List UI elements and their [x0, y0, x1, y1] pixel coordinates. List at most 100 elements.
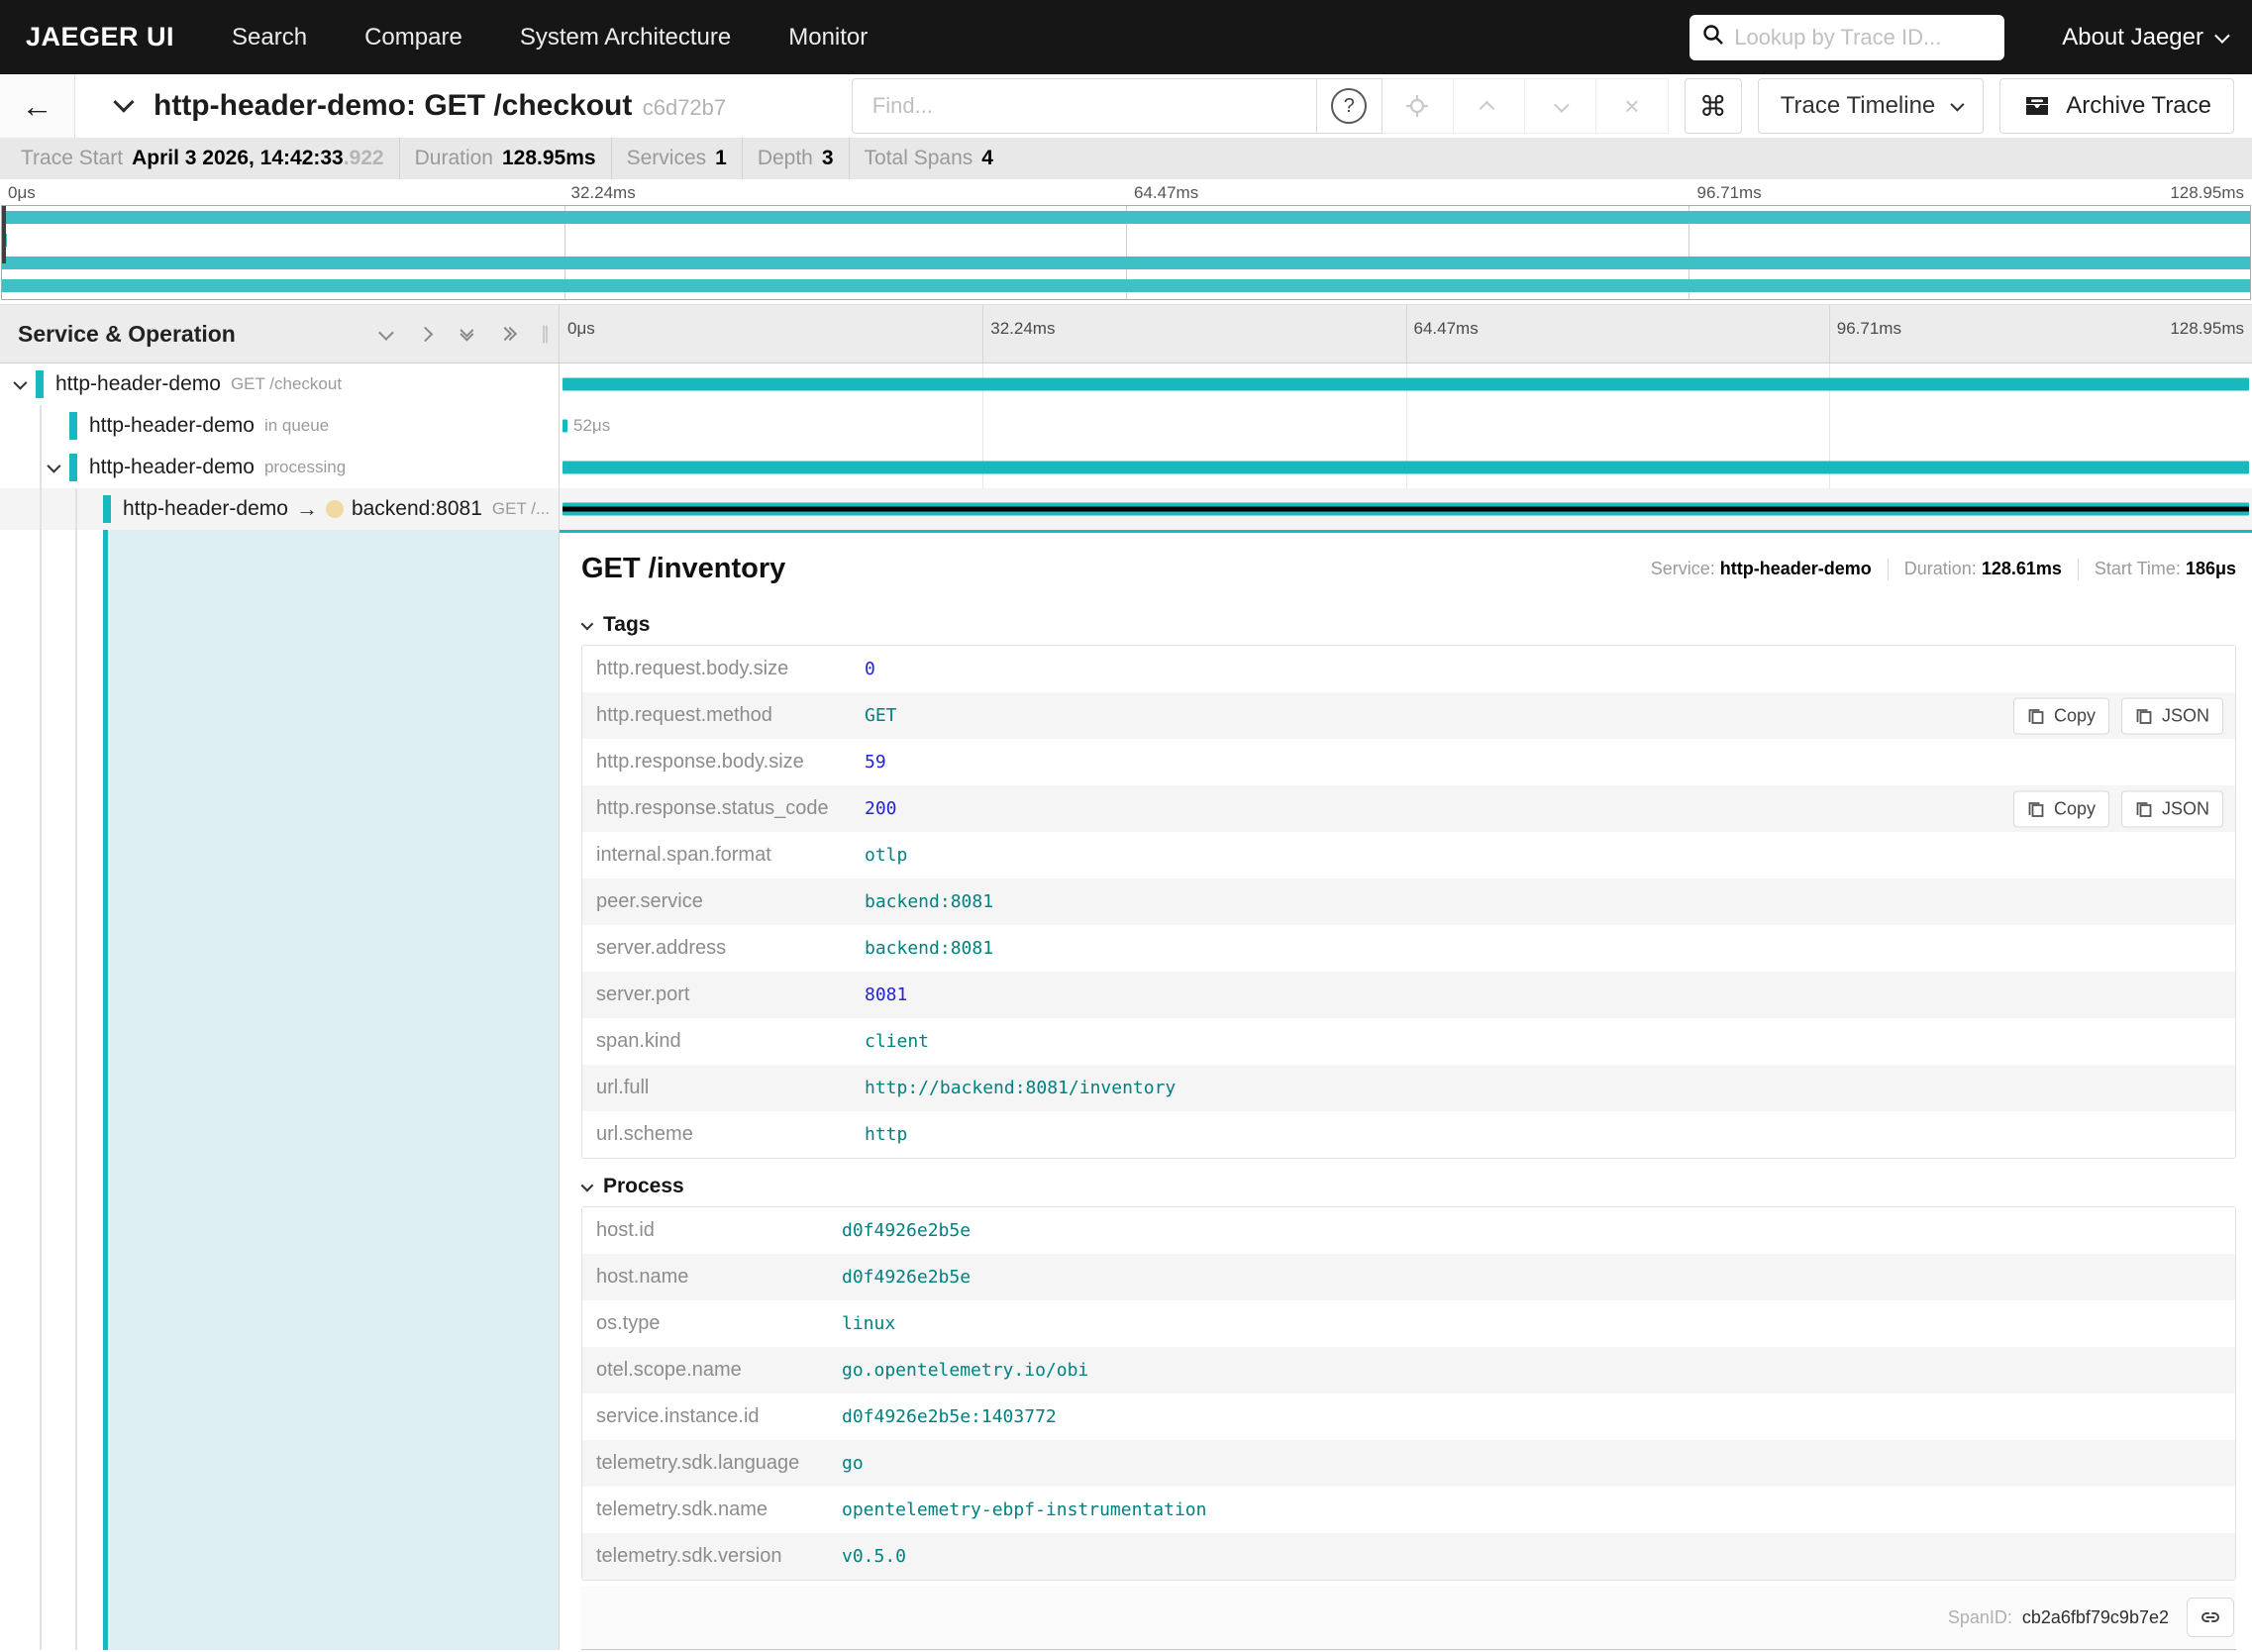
link-icon: [2201, 1612, 2219, 1622]
app-brand[interactable]: JAEGER UI: [26, 22, 174, 52]
nav-item-monitor[interactable]: Monitor: [788, 24, 868, 52]
nav-item-compare[interactable]: Compare: [364, 24, 462, 52]
trace-id-search-box[interactable]: [1689, 14, 2005, 60]
tag-row: http.response.body.size 59: [582, 739, 2235, 785]
copy-json-button[interactable]: JSON: [2120, 697, 2223, 734]
process-value: go: [842, 1453, 864, 1474]
indent-guide: [40, 405, 42, 447]
tags-section-toggle[interactable]: Tags: [580, 613, 2236, 637]
span-expander-icon[interactable]: [13, 375, 28, 390]
copy-icon: [2136, 709, 2152, 724]
tag-value: client: [865, 1031, 930, 1052]
deep-link-button[interactable]: [2187, 1598, 2234, 1637]
span-row-get-checkout[interactable]: http-header-demo GET /checkout: [0, 363, 2252, 405]
span-timeline-cell[interactable]: [560, 447, 2252, 488]
process-section-toggle[interactable]: Process: [580, 1175, 2236, 1198]
chevron-up-icon: [1479, 100, 1494, 116]
nav-item-search[interactable]: Search: [232, 24, 307, 52]
back-button[interactable]: ←: [0, 74, 75, 138]
span-row-in-queue[interactable]: http-header-demo in queue 52μs: [0, 405, 2252, 447]
span-detail-zone: GET /inventory Service: http-header-demo…: [0, 530, 2252, 1650]
minimap-span-bar: [2, 279, 2250, 292]
span-peer-service: backend:8081: [351, 497, 482, 520]
process-row: service.instance.id d0f4926e2b5e:1403772: [582, 1394, 2235, 1440]
tag-value: backend:8081: [865, 938, 994, 959]
span-bar[interactable]: [563, 461, 2249, 474]
span-bar[interactable]: [563, 419, 567, 433]
tags-table: http.request.body.size 0 http.request.me…: [581, 645, 2236, 1159]
summary-depth: Depth 3: [741, 138, 849, 179]
collapse-one-icon[interactable]: [378, 324, 394, 341]
minimap-span-row: [2, 252, 2250, 274]
archive-trace-button[interactable]: Archive Trace: [1999, 78, 2234, 134]
tag-key: url.scheme: [596, 1123, 693, 1145]
clear-find-button[interactable]: ×: [1596, 79, 1668, 133]
tree-controls: [378, 323, 518, 342]
process-value: v0.5.0: [842, 1546, 907, 1567]
span-bar[interactable]: [563, 377, 2249, 391]
span-id-footer: SpanID: cb2a6fbf79c9b7e2: [581, 1586, 2236, 1650]
span-detail-header: GET /inventory Service: http-header-demo…: [581, 553, 2236, 585]
process-table: host.id d0f4926e2b5e host.name d0f4926e2…: [581, 1206, 2236, 1581]
process-value: d0f4926e2b5e: [842, 1220, 972, 1241]
trace-id-search-input[interactable]: [1734, 24, 1993, 51]
find-input[interactable]: [851, 78, 1317, 134]
span-operation-name: processing: [263, 458, 347, 476]
tag-value: http://backend:8081/inventory: [865, 1078, 1177, 1098]
tag-key: http.request.body.size: [596, 658, 789, 679]
trace-view-selected-value: Trace Timeline: [1780, 92, 1936, 119]
trace-minimap[interactable]: [1, 205, 2251, 300]
collapse-all-icon[interactable]: [460, 323, 474, 342]
expand-all-icon[interactable]: [497, 326, 518, 342]
about-jaeger-menu[interactable]: About Jaeger: [2062, 23, 2230, 52]
tick-label: 0μs: [567, 319, 595, 338]
tag-value: backend:8081: [865, 891, 994, 912]
tag-row: server.address backend:8081: [582, 925, 2235, 972]
process-value: opentelemetry-ebpf-instrumentation: [842, 1499, 1207, 1520]
indent-guide: [75, 530, 77, 1650]
tag-key: internal.span.format: [596, 844, 771, 866]
copy-json-button[interactable]: JSON: [2120, 790, 2223, 827]
span-timeline-cell[interactable]: [560, 363, 2252, 405]
timeline-section: Service & Operation ∥ 0μs 32.24ms 64.47m…: [0, 304, 2252, 1650]
span-timeline-cell[interactable]: 52μs: [560, 405, 2252, 447]
tick-label: 64.47ms: [1134, 183, 1199, 202]
tag-row: http.request.body.size 0: [582, 646, 2235, 692]
focus-match-button[interactable]: [1382, 79, 1454, 133]
span-service-name: http-header-demo: [123, 497, 288, 520]
process-row: host.name d0f4926e2b5e: [582, 1254, 2235, 1300]
expand-one-icon[interactable]: [417, 326, 434, 342]
close-icon: ×: [1624, 90, 1640, 121]
copy-icon: [2136, 802, 2152, 817]
copy-value-button[interactable]: Copy: [2012, 790, 2109, 827]
meta-duration: Duration: 128.61ms: [1903, 559, 2062, 578]
process-row: telemetry.sdk.name opentelemetry-ebpf-in…: [582, 1487, 2235, 1533]
keyboard-shortcuts-button[interactable]: ⌘: [1684, 78, 1742, 134]
nav-item-system-architecture[interactable]: System Architecture: [520, 24, 731, 52]
minimap-scrubber-handle[interactable]: [2, 206, 6, 263]
copy-value-button[interactable]: Copy: [2012, 697, 2109, 734]
timeline-header-row: Service & Operation ∥ 0μs 32.24ms 64.47m…: [0, 304, 2252, 363]
tag-value: 8081: [865, 984, 908, 1005]
next-match-button[interactable]: [1525, 79, 1596, 133]
search-icon: [1702, 24, 1724, 51]
tick-label: 32.24ms: [570, 183, 636, 202]
process-row: host.id d0f4926e2b5e: [582, 1207, 2235, 1254]
span-row-get-inventory-selected[interactable]: http-header-demo → backend:8081 GET /...: [0, 488, 2252, 530]
selected-span-indent-highlight: [103, 530, 559, 1650]
span-bar-selected[interactable]: [563, 502, 2249, 516]
prev-match-button[interactable]: [1454, 79, 1525, 133]
service-color-block: [69, 454, 77, 481]
process-key: telemetry.sdk.version: [596, 1545, 782, 1567]
about-jaeger-label: About Jaeger: [2062, 23, 2203, 51]
process-value: go.opentelemetry.io/obi: [842, 1360, 1089, 1381]
trace-view-select[interactable]: Trace Timeline: [1757, 78, 1985, 134]
find-help-button[interactable]: ?: [1316, 78, 1382, 134]
collapse-trace-button[interactable]: [113, 91, 135, 116]
column-resizer-handle[interactable]: ∥: [541, 324, 551, 345]
span-tree-cell: http-header-demo in queue: [0, 405, 560, 447]
tick-label: 0μs: [8, 183, 36, 202]
span-timeline-cell[interactable]: [560, 488, 2252, 530]
span-row-processing[interactable]: http-header-demo processing: [0, 447, 2252, 488]
span-expander-icon[interactable]: [47, 459, 61, 473]
